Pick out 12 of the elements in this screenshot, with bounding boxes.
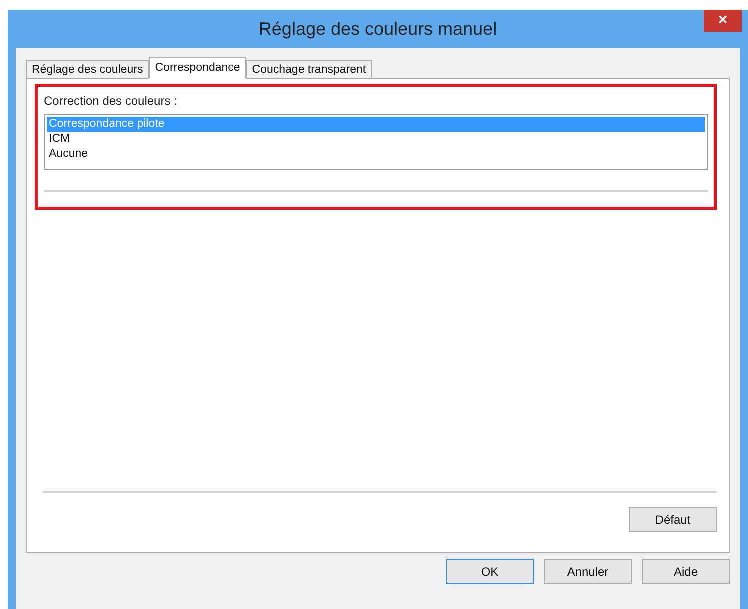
close-button[interactable]: ×	[704, 10, 742, 32]
dialog-button[interactable]: OK	[446, 559, 534, 584]
list-item[interactable]: ICM	[47, 132, 705, 147]
tab[interactable]: Réglage des couleurs	[26, 60, 150, 79]
field-label: Correction des couleurs :	[44, 94, 178, 108]
dialog-button[interactable]: Annuler	[544, 559, 632, 584]
list-item[interactable]: Aucune	[47, 147, 705, 162]
default-button[interactable]: Défaut	[629, 507, 717, 532]
dialog-button[interactable]: Aide	[642, 559, 730, 584]
window-title: Réglage des couleurs manuel	[258, 18, 498, 40]
tab[interactable]: Correspondance	[149, 57, 246, 79]
tab[interactable]: Couchage transparent	[246, 60, 372, 79]
